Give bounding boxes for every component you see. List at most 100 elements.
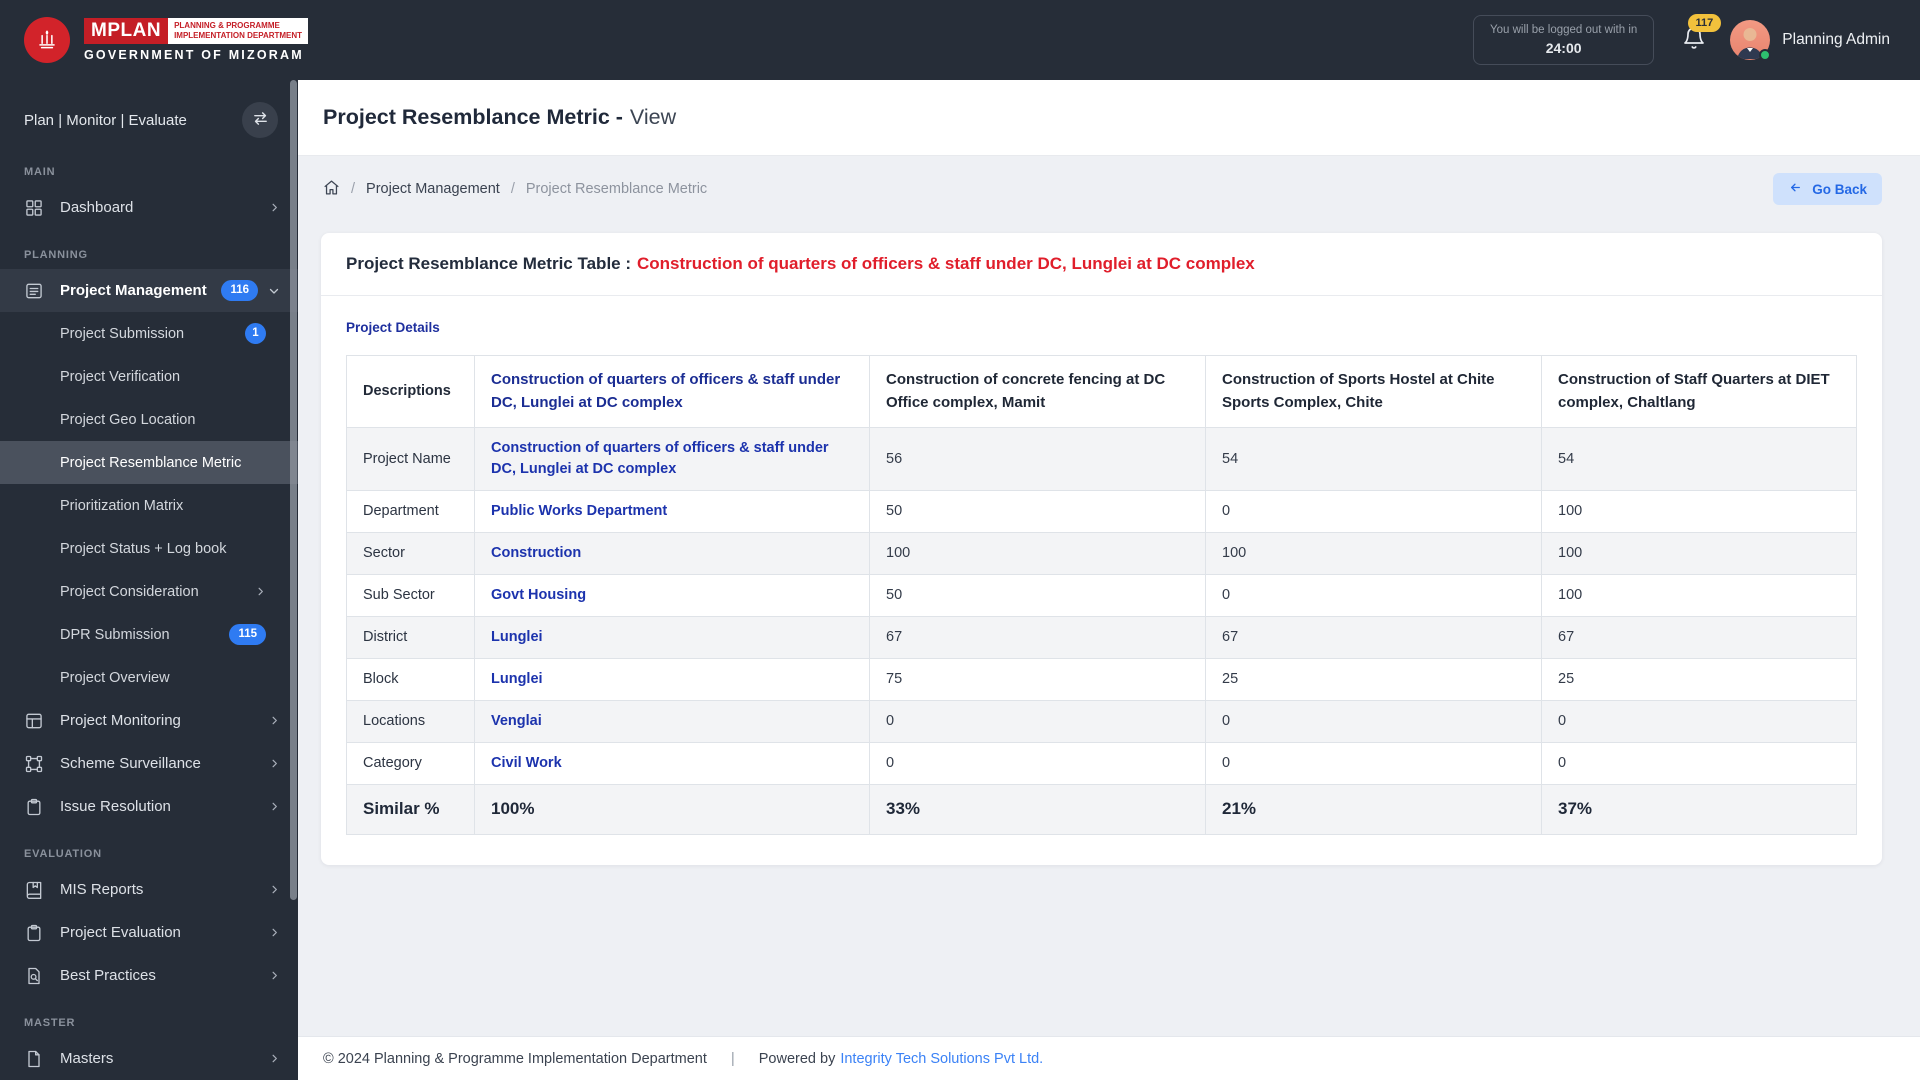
table-row-category: Category Civil Work 0 0 0	[346, 742, 1857, 786]
table-header-row: Descriptions Construction of quarters of …	[346, 355, 1857, 428]
sidebar-item-best-practices[interactable]: Best Practices	[0, 954, 298, 997]
metric-value: 67	[869, 616, 1206, 660]
table-row-block: Block Lunglei 75 25 25	[346, 658, 1857, 702]
column-header-project-3: Construction of Sports Hostel at Chite S…	[1205, 355, 1542, 428]
metric-value: 0	[1205, 742, 1542, 786]
sidebar-item-label: Project Overview	[60, 669, 170, 686]
card-heading-project: Construction of quarters of officers & s…	[637, 254, 1255, 273]
sidebar-scrollbar[interactable]	[290, 80, 297, 1080]
metric-value: 50	[869, 574, 1206, 618]
notifications-button[interactable]: 117	[1682, 13, 1722, 55]
mis-reports-icon	[24, 880, 44, 900]
sidebar-item-project-geo-location[interactable]: Project Geo Location	[0, 398, 298, 441]
sidebar-item-project-status-log-book[interactable]: Project Status + Log book	[0, 527, 298, 570]
metric-value: 0	[1541, 700, 1857, 744]
metric-value: 25	[1541, 658, 1857, 702]
brand-name: MPLAN	[84, 18, 169, 44]
sidebar-collapse-button[interactable]	[242, 102, 278, 138]
sidebar-section-label: MAIN	[24, 166, 56, 178]
powered-by-link[interactable]: Integrity Tech Solutions Pvt Ltd.	[840, 1051, 1043, 1067]
metric-value: 54	[1205, 426, 1542, 492]
table-row-department: Department Public Works Department 50 0 100	[346, 490, 1857, 534]
base-project-value: Lunglei	[474, 616, 870, 660]
chevron-down-icon	[268, 285, 280, 297]
sidebar-section-label: EVALUATION	[24, 848, 102, 860]
count-badge: 116	[221, 279, 258, 302]
user-name: Planning Admin	[1782, 31, 1890, 48]
row-label: Sector	[346, 532, 475, 576]
scheme-surveillance-icon	[24, 754, 44, 774]
sidebar-item-prioritization-matrix[interactable]: Prioritization Matrix	[0, 484, 298, 527]
user-avatar	[1730, 20, 1772, 61]
metric-value: 0	[1541, 742, 1857, 786]
sidebar-item-project-monitoring[interactable]: Project Monitoring	[0, 699, 298, 742]
sidebar-item-label: Project Management	[60, 282, 207, 299]
resemblance-card: Project Resemblance Metric Table : Constr…	[321, 233, 1882, 865]
base-project-value: Lunglei	[474, 658, 870, 702]
sidebar-item-project-verification[interactable]: Project Verification	[0, 355, 298, 398]
chevron-right-icon	[269, 884, 280, 895]
row-label: Category	[346, 742, 475, 786]
home-icon[interactable]	[323, 179, 340, 200]
metric-value: 100	[1541, 532, 1857, 576]
table-row-locations: Locations Venglai 0 0 0	[346, 700, 1857, 744]
row-label: Locations	[346, 700, 475, 744]
metric-value: 100	[1205, 532, 1542, 576]
sidebar-item-label: MIS Reports	[60, 881, 144, 898]
chevron-right-icon	[269, 801, 280, 812]
metric-value: 0	[1205, 574, 1542, 618]
go-back-button[interactable]: Go Back	[1773, 173, 1882, 205]
user-menu[interactable]: Planning Admin	[1730, 20, 1890, 61]
sidebar-item-masters[interactable]: Masters	[0, 1037, 298, 1080]
sidebar-item-label: Project Verification	[60, 368, 181, 385]
metric-value: 67	[1205, 616, 1542, 660]
sidebar-nav: MAIN Dashboard PLANNING Project Management 1…	[0, 166, 298, 1080]
sidebar-item-project-consideration[interactable]: Project Consideration	[0, 570, 298, 613]
brand-dept: PLANNING & PROGRAMME IMPLEMENTATION DEPA…	[168, 18, 309, 44]
metric-value: 50	[869, 490, 1206, 534]
sidebar-item-label: Issue Resolution	[60, 798, 171, 815]
breadcrumb-current: Project Resemblance Metric	[525, 181, 708, 197]
sidebar-item-scheme-surveillance[interactable]: Scheme Surveillance	[0, 742, 298, 785]
topbar: MPLAN PLANNING & PROGRAMME IMPLEMENTATIO…	[0, 0, 1920, 80]
masters-icon	[24, 1049, 44, 1069]
sidebar-item-label: Project Consideration	[60, 583, 199, 600]
summary-value: 21%	[1205, 784, 1542, 835]
breadcrumb: / Project Management / Project Resemblan…	[323, 179, 707, 200]
sidebar-item-project-resemblance-metric[interactable]: Project Resemblance Metric	[0, 441, 298, 484]
best-practices-icon	[24, 966, 44, 986]
sidebar-item-mis-reports[interactable]: MIS Reports	[0, 868, 298, 911]
card-heading: Project Resemblance Metric Table : Constr…	[321, 233, 1882, 296]
table-row-sub-sector: Sub Sector Govt Housing 50 0 100	[346, 574, 1857, 618]
sidebar-item-project-overview[interactable]: Project Overview	[0, 656, 298, 699]
column-header-project-4: Construction of Staff Quarters at DIET c…	[1541, 355, 1857, 428]
sidebar-item-project-management[interactable]: Project Management 116	[0, 269, 298, 312]
sidebar-item-dashboard[interactable]: Dashboard	[0, 186, 298, 229]
metric-value: 0	[869, 742, 1206, 786]
column-header-descriptions: Descriptions	[346, 355, 475, 428]
row-label: Sub Sector	[346, 574, 475, 618]
swap-arrows-icon	[252, 110, 269, 130]
row-label: Block	[346, 658, 475, 702]
sidebar-item-label: Scheme Surveillance	[60, 755, 201, 772]
sidebar-item-label: Project Geo Location	[60, 411, 196, 428]
brand-govt: GOVERNMENT OF MIZORAM	[84, 48, 304, 62]
summary-label: Similar %	[346, 784, 475, 835]
row-label: Project Name	[346, 426, 475, 492]
sidebar-item-label: Project Monitoring	[60, 712, 181, 729]
project-details-label: Project Details	[346, 320, 440, 335]
resemblance-table: Descriptions Construction of quarters of …	[346, 355, 1857, 835]
table-row-sector: Sector Construction 100 100 100	[346, 532, 1857, 576]
breadcrumb-project-management[interactable]: Project Management	[366, 181, 500, 197]
app-footer: © 2024 Planning & Programme Implementati…	[298, 1036, 1920, 1080]
project-monitoring-icon	[24, 711, 44, 731]
sidebar-item-project-evaluation[interactable]: Project Evaluation	[0, 911, 298, 954]
bell-icon	[1682, 26, 1706, 54]
metric-value: 0	[1205, 490, 1542, 534]
dashboard-icon	[24, 198, 44, 218]
chevron-right-icon	[269, 1053, 280, 1064]
sidebar-item-issue-resolution[interactable]: Issue Resolution	[0, 785, 298, 828]
sidebar-item-dpr-submission[interactable]: DPR Submission 115	[0, 613, 298, 656]
sidebar-item-project-submission[interactable]: Project Submission 1	[0, 312, 298, 355]
base-project-value: Public Works Department	[474, 490, 870, 534]
